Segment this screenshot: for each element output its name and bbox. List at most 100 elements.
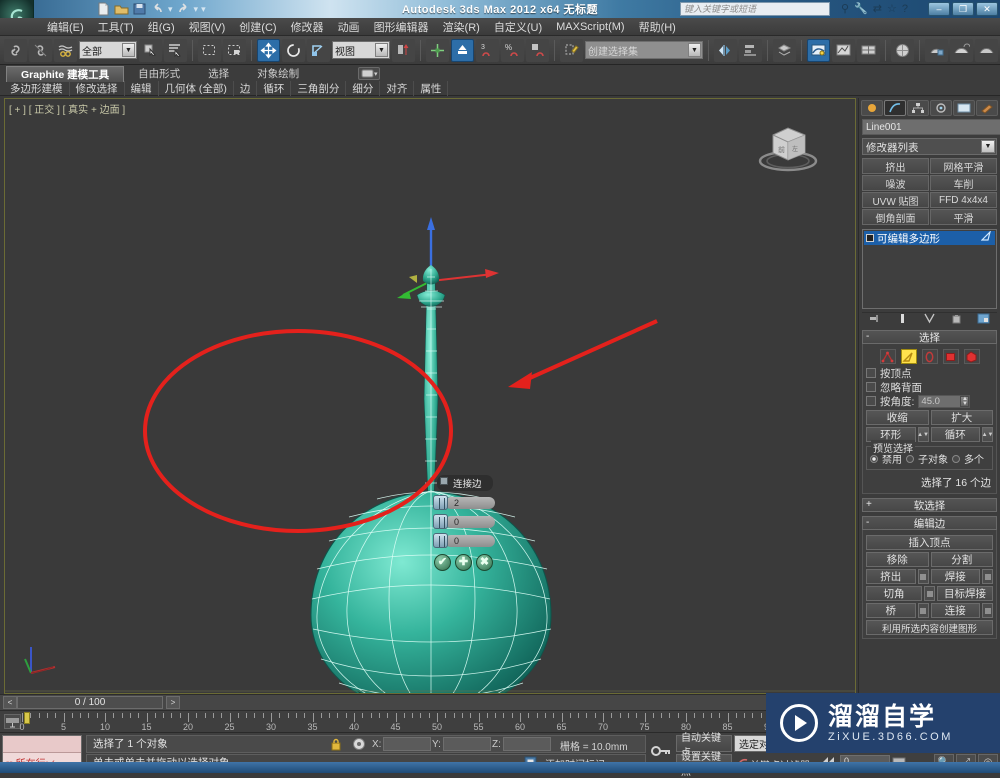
modifier-list-dropdown[interactable]: 修改器列表 ▼ bbox=[862, 138, 997, 155]
weld-button[interactable]: 焊接 bbox=[930, 569, 980, 584]
caddy-pinch-field[interactable]: 0 bbox=[445, 515, 495, 528]
next-frame-button[interactable]: > bbox=[166, 696, 180, 709]
stack-toggle-icon[interactable] bbox=[866, 234, 874, 242]
schematic-view-icon[interactable] bbox=[832, 38, 855, 62]
chevron-down-icon[interactable]: ▼ bbox=[981, 140, 995, 153]
chamfer-button[interactable]: 切角 bbox=[866, 586, 922, 601]
unlink-selection-icon[interactable] bbox=[29, 38, 52, 62]
motion-tab[interactable] bbox=[930, 100, 952, 116]
render-production-icon[interactable] bbox=[975, 38, 998, 62]
reference-coordinate-system-dropdown[interactable]: 视图 ▼ bbox=[332, 41, 390, 59]
ribbon-tab-object-paint[interactable]: 对象绘制 bbox=[243, 66, 313, 82]
ok-button[interactable]: ✔ bbox=[434, 554, 451, 571]
chevron-down-icon[interactable]: ▼ bbox=[688, 43, 701, 57]
select-by-name-icon[interactable] bbox=[164, 38, 187, 62]
ribbon-minimize-button[interactable]: ▾ bbox=[358, 67, 380, 80]
wrench-icon[interactable]: 🔧 bbox=[854, 2, 868, 15]
qat-customize-icon[interactable]: ▾ bbox=[201, 4, 206, 15]
by-angle-spinner[interactable]: 45.0 ▲ ▼ bbox=[918, 394, 971, 408]
mirror-icon[interactable] bbox=[714, 38, 737, 62]
menu-item-rendering[interactable]: 渲染(R) bbox=[436, 18, 487, 36]
modifier-stack[interactable]: 可编辑多边形 bbox=[862, 229, 997, 309]
viewport-label[interactable]: [ + ] [ 正交 ] [ 真实 + 边面 ] bbox=[9, 101, 125, 116]
binoculars-icon[interactable]: ⚲ bbox=[841, 2, 849, 15]
chamfer-settings-icon[interactable] bbox=[924, 586, 935, 601]
radio-multiple[interactable] bbox=[952, 454, 960, 463]
checkbox-box[interactable] bbox=[866, 382, 876, 392]
ribbon-panel-modify-selection[interactable]: 修改选择 bbox=[70, 81, 125, 96]
rendered-frame-window-icon[interactable] bbox=[950, 38, 973, 62]
ribbon-panel-subdivision[interactable]: 细分 bbox=[346, 81, 381, 96]
bind-to-space-warp-icon[interactable] bbox=[54, 38, 77, 62]
rollout-soft-selection-header[interactable]: + 软选择 bbox=[862, 498, 997, 512]
remove-button[interactable]: 移除 bbox=[866, 552, 929, 567]
create-shape-from-selection-button[interactable]: 利用所选内容创建图形 bbox=[866, 620, 993, 635]
select-and-link-icon[interactable] bbox=[4, 38, 27, 62]
coord-y-field[interactable] bbox=[442, 737, 491, 751]
polygon-level-icon[interactable] bbox=[942, 349, 959, 364]
chevron-down-icon[interactable]: ▼ bbox=[122, 43, 135, 57]
modifier-button-uvw-map[interactable]: UVW 贴图 bbox=[862, 192, 929, 208]
rollout-edit-edges-header[interactable]: - 编辑边 bbox=[862, 516, 997, 530]
maxscript-input-line[interactable] bbox=[3, 736, 81, 752]
collapse-icon[interactable]: - bbox=[866, 517, 869, 528]
checkbox-ignore-backfacing[interactable]: 忽略背面 bbox=[866, 380, 993, 394]
utilities-tab[interactable] bbox=[976, 100, 998, 116]
key-mode-toggle-icon[interactable] bbox=[650, 743, 672, 762]
apply-button[interactable]: ✚ bbox=[455, 554, 472, 571]
exchange-icon[interactable]: ⇄ bbox=[873, 2, 882, 15]
modifier-button-meshsmooth[interactable]: 网格平滑 bbox=[930, 158, 997, 174]
window-crossing-icon[interactable] bbox=[223, 38, 246, 62]
select-and-scale-icon[interactable] bbox=[307, 38, 330, 62]
loop-spinner[interactable]: ▲▼ bbox=[982, 427, 993, 442]
vertex-level-icon[interactable] bbox=[879, 349, 896, 364]
modifier-button-noise[interactable]: 噪波 bbox=[862, 175, 929, 191]
menu-item-group[interactable]: 组(G) bbox=[141, 18, 182, 36]
time-slider-handle[interactable] bbox=[24, 712, 30, 724]
ribbon-panel-edges[interactable]: 边 bbox=[234, 81, 258, 96]
new-file-icon[interactable] bbox=[96, 2, 111, 16]
modifier-button-lathe[interactable]: 车削 bbox=[930, 175, 997, 191]
menu-item-tools[interactable]: 工具(T) bbox=[91, 18, 141, 36]
track-bar-ruler[interactable]: 051015202530354045505560657075808590 bbox=[19, 711, 858, 732]
remove-modifier-icon[interactable] bbox=[950, 313, 963, 327]
redo-dropdown-icon[interactable]: ▾ bbox=[194, 4, 199, 15]
coord-x-field[interactable] bbox=[383, 737, 432, 751]
ribbon-panel-geometry-all[interactable]: 几何体 (全部) bbox=[159, 81, 234, 96]
hierarchy-tab[interactable] bbox=[907, 100, 929, 116]
time-slider[interactable]: < 0 / 100 > bbox=[0, 694, 858, 710]
create-tab[interactable] bbox=[861, 100, 883, 116]
minimize-button[interactable]: – bbox=[928, 2, 950, 16]
edit-named-selection-sets-icon[interactable] bbox=[560, 38, 583, 62]
material-editor-slate-icon[interactable] bbox=[891, 38, 914, 62]
save-file-icon[interactable] bbox=[132, 2, 147, 16]
caddy-slide-field[interactable]: 0 bbox=[445, 534, 495, 547]
select-and-rotate-icon[interactable] bbox=[282, 38, 305, 62]
ribbon-panel-poly-modeling[interactable]: 多边形建模 bbox=[4, 81, 70, 96]
coord-z-field[interactable] bbox=[502, 737, 551, 751]
element-level-icon[interactable] bbox=[963, 349, 980, 364]
selection-lock-icon[interactable] bbox=[330, 738, 342, 754]
menu-item-help[interactable]: 帮助(H) bbox=[632, 18, 683, 36]
curve-editor-icon[interactable] bbox=[807, 38, 830, 62]
checkbox-by-angle[interactable]: 按角度: 45.0 ▲ ▼ bbox=[866, 394, 993, 408]
current-frame-display[interactable]: 0 / 100 bbox=[17, 696, 163, 709]
menu-item-edit[interactable]: 编辑(E) bbox=[40, 18, 91, 36]
grow-button[interactable]: 扩大 bbox=[930, 410, 993, 425]
ring-spinner[interactable]: ▲▼ bbox=[917, 427, 929, 442]
viewcube[interactable]: 前 左 bbox=[753, 117, 823, 173]
pin-stack-icon[interactable] bbox=[869, 313, 882, 327]
connect-settings-icon[interactable] bbox=[982, 603, 993, 618]
undo-icon[interactable] bbox=[150, 2, 165, 16]
undo-dropdown-icon[interactable]: ▾ bbox=[168, 4, 173, 15]
bridge-button[interactable]: 桥 bbox=[866, 603, 916, 618]
redo-icon[interactable] bbox=[176, 2, 191, 16]
modifier-button-ffd[interactable]: FFD 4x4x4 bbox=[930, 192, 997, 208]
coord-z[interactable]: Z: bbox=[492, 737, 551, 751]
viewport[interactable]: [ + ] [ 正交 ] [ 真实 + 边面 ] 前 左 连接边 2 0 0 ✔… bbox=[4, 98, 856, 694]
menu-item-views[interactable]: 视图(V) bbox=[182, 18, 233, 36]
extrude-settings-icon[interactable] bbox=[917, 569, 929, 584]
ribbon-panel-edit[interactable]: 编辑 bbox=[125, 81, 159, 96]
radio-disable[interactable] bbox=[870, 454, 878, 463]
absolute-relative-transform-icon[interactable] bbox=[352, 737, 366, 754]
